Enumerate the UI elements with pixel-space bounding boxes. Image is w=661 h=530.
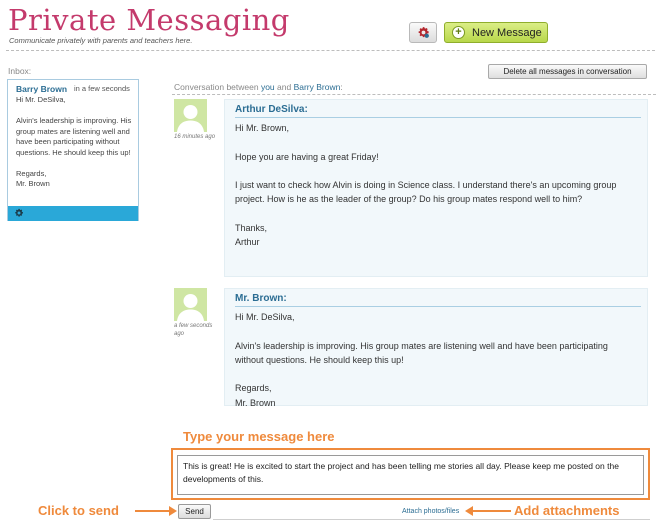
message-paragraph: Hi Mr. DeSilva, <box>235 312 295 322</box>
message-bubble: Mr. Brown: Hi Mr. DeSilva, Alvin's leade… <box>224 288 648 408</box>
conversation-header: Conversation between you and Barry Brown… <box>174 82 343 92</box>
arrow-left-icon <box>465 506 511 516</box>
preview-line: Hi Mr. DeSilva, <box>16 95 66 104</box>
message-paragraph: Alvin's leadership is improving. His gro… <box>235 340 608 365</box>
inbox-item-time: in a few seconds <box>74 84 130 93</box>
sender-underline <box>235 117 641 118</box>
send-callout: Click to send <box>38 503 119 518</box>
avatar <box>174 288 207 321</box>
new-message-button[interactable]: + New Message <box>444 22 548 43</box>
new-message-label: New Message <box>472 26 542 39</box>
compose-box: This is great! He is excited to start th… <box>171 448 650 500</box>
message-paragraph: Hope you are having a great Friday! <box>235 151 379 162</box>
attachments-callout: Add attachments <box>514 503 620 518</box>
message-body: Hi Mr. Brown, Hope you are having a grea… <box>235 121 633 264</box>
inbox-list: Barry Brown in a few seconds Hi Mr. DeSi… <box>7 79 139 221</box>
arrow-right-icon <box>135 506 177 516</box>
gear-icon <box>418 27 429 38</box>
type-message-callout: Type your message here <box>183 429 335 444</box>
message-bubble: Arthur DeSilva: Hi Mr. Brown, Hope you a… <box>224 99 648 277</box>
conversation-header-suffix: : <box>340 82 343 92</box>
sender-underline <box>235 306 641 307</box>
header-divider <box>6 50 655 51</box>
message-body: Hi Mr. DeSilva, Alvin's leadership is im… <box>235 310 633 424</box>
message-paragraph: Thanks, Arthur <box>235 223 268 248</box>
message-time: a few seconds ago <box>174 323 213 337</box>
message-input[interactable]: This is great! He is excited to start th… <box>177 455 644 495</box>
message-sender: Arthur DeSilva: <box>235 104 308 115</box>
conversation-header-prefix: Conversation between <box>174 82 261 92</box>
preview-line: Alvin's leadership is improving. His gro… <box>16 116 132 157</box>
conversation-contact-link[interactable]: Barry Brown <box>294 82 341 92</box>
message-paragraph: Hi Mr. Brown, <box>235 123 290 133</box>
user-silhouette-icon <box>177 294 204 321</box>
page-subtitle: Communicate privately with parents and t… <box>9 36 193 45</box>
compose-divider <box>213 519 650 520</box>
gear-icon[interactable] <box>14 208 24 218</box>
avatar <box>174 99 207 132</box>
message-paragraph: I just want to check how Alvin is doing … <box>235 180 617 205</box>
settings-button[interactable] <box>409 22 437 43</box>
plus-icon: + <box>452 26 465 39</box>
inbox-item-toolbar <box>8 206 138 221</box>
attach-files-link[interactable]: Attach photos/files <box>402 508 459 515</box>
send-button[interactable]: Send <box>178 504 211 519</box>
message-time: 16 minutes ago <box>174 134 216 140</box>
page-title: Private Messaging <box>8 3 290 37</box>
preview-line: Regards, Mr. Brown <box>16 168 50 189</box>
user-silhouette-icon <box>177 105 204 132</box>
conversation-divider <box>172 94 656 95</box>
message-paragraph: Regards, Mr. Brown <box>235 383 276 408</box>
inbox-item-preview: Hi Mr. DeSilva, Alvin's leadership is im… <box>16 95 132 200</box>
conversation-header-and: and <box>274 82 294 92</box>
inbox-label: Inbox: <box>8 66 32 76</box>
conversation-header-you: you <box>260 82 275 92</box>
inbox-item-name: Barry Brown <box>16 84 68 94</box>
message-sender: Mr. Brown: <box>235 293 287 304</box>
delete-all-messages-button[interactable]: Delete all messages in conversation <box>488 64 647 79</box>
